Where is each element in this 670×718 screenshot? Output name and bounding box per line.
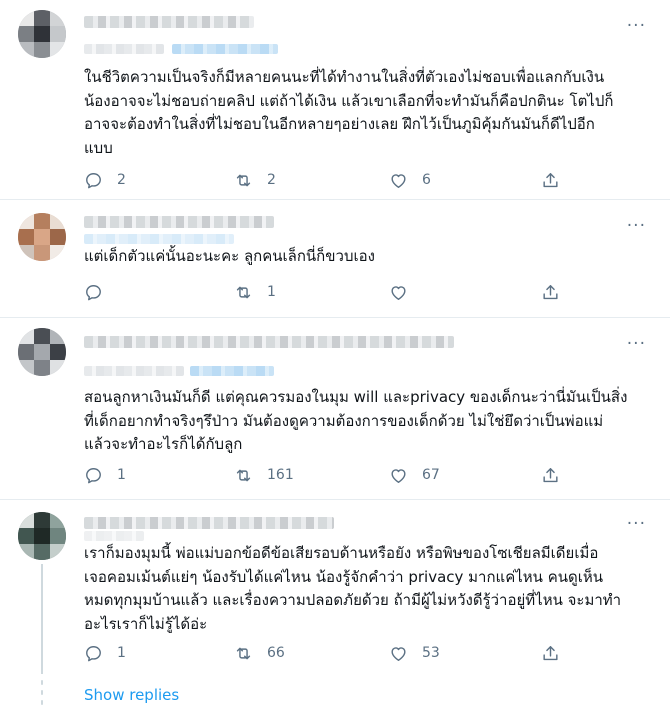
share-icon bbox=[543, 284, 558, 299]
like-button[interactable] bbox=[389, 282, 422, 302]
tweet-text: ในชีวิตความเป็นจริงก็มีหลายคนนะที่ได้ทำง… bbox=[84, 66, 650, 160]
tweet-text-line: แต่เด็กตัวแค่นั้นอะนะคะ ลูกคนเล็กนี่ก็ขว… bbox=[84, 247, 375, 265]
tweet-text-line: เราก็มองมุมนี้ พ่อแม่บอกข้อดีข้อเสียรอบด… bbox=[84, 544, 599, 562]
reply-count: 2 bbox=[117, 172, 126, 188]
reply-button[interactable]: 1 bbox=[84, 643, 126, 663]
retweet-icon bbox=[236, 469, 251, 481]
retweet-button[interactable]: 1 bbox=[234, 282, 276, 302]
tweet-text-line: หมดทุกมุมบ้านแล้ว และเรื่องความปลอดภัยด้… bbox=[84, 591, 622, 609]
reply-icon bbox=[86, 284, 101, 300]
avatar[interactable] bbox=[18, 213, 66, 261]
author-handle-blurred bbox=[84, 531, 144, 541]
replying-to-blurred[interactable] bbox=[84, 234, 234, 244]
retweet-count: 66 bbox=[267, 645, 285, 661]
retweet-button[interactable]: 161 bbox=[234, 465, 294, 485]
tweet-text-line: อะไรเราก็ไม่รู้ได้อ่ะ bbox=[84, 614, 208, 633]
more-options-icon[interactable]: ··· bbox=[627, 336, 646, 353]
replying-to-blurred[interactable] bbox=[172, 44, 278, 54]
like-button[interactable]: 53 bbox=[389, 643, 440, 663]
avatar[interactable] bbox=[18, 10, 66, 58]
reply-icon bbox=[86, 172, 101, 188]
more-options-icon[interactable]: ··· bbox=[627, 18, 646, 35]
tweet-actions: 1 66 53 bbox=[84, 643, 564, 663]
retweet-icon bbox=[236, 286, 251, 298]
like-count: 67 bbox=[422, 467, 440, 483]
tweet-text-line: อาจจะต้องทำในสิ่งที่ไม่ชอบในอีกหลายๆอย่า… bbox=[84, 115, 595, 133]
tweet-actions: 1 161 67 bbox=[84, 465, 564, 485]
like-button[interactable]: 67 bbox=[389, 465, 440, 485]
thread-dot bbox=[41, 680, 43, 685]
reply-button[interactable]: 1 bbox=[84, 465, 126, 485]
retweet-button[interactable]: 2 bbox=[234, 170, 276, 190]
heart-icon bbox=[391, 173, 406, 188]
tweet-text-line: ที่เด็กอยากทำจริงๆรึป่าว มันต้องดูความต้… bbox=[84, 411, 604, 430]
tweet-text-line: น้องอาจจะไม่ชอบถ่ายคลิป แต่ถ้าได้เงิน แล… bbox=[84, 91, 614, 110]
reply-icon bbox=[86, 467, 101, 483]
reply-count: 1 bbox=[117, 645, 126, 661]
show-replies-link[interactable]: Show replies bbox=[84, 686, 179, 704]
like-count: 6 bbox=[422, 172, 431, 188]
share-button[interactable] bbox=[541, 170, 560, 190]
share-button[interactable] bbox=[541, 282, 560, 302]
share-button[interactable] bbox=[541, 643, 560, 663]
retweet-icon bbox=[236, 647, 251, 659]
share-icon bbox=[543, 467, 558, 482]
tweet-text: แต่เด็กตัวแค่นั้นอะนะคะ ลูกคนเล็กนี่ก็ขว… bbox=[84, 245, 650, 269]
author-name-blurred[interactable] bbox=[84, 517, 334, 529]
author-handle-blurred bbox=[84, 44, 164, 54]
tweet-text-line: สอนลูกหาเงินมันก็ดี แต่คุณควรมองในมุม wi… bbox=[84, 388, 628, 406]
more-options-icon[interactable]: ··· bbox=[627, 218, 646, 235]
avatar[interactable] bbox=[18, 328, 66, 376]
tweet-actions: 2 2 6 bbox=[84, 170, 564, 190]
reply-count: 1 bbox=[117, 467, 126, 483]
replying-to-blurred[interactable] bbox=[190, 366, 274, 376]
reply-icon bbox=[86, 645, 101, 661]
tweet-actions: 1 bbox=[84, 282, 564, 302]
author-name-blurred[interactable] bbox=[84, 336, 454, 348]
retweet-button[interactable]: 66 bbox=[234, 643, 285, 663]
like-button[interactable]: 6 bbox=[389, 170, 431, 190]
share-button[interactable] bbox=[541, 465, 560, 485]
tweet-text-line: แล้วจะทำอะไรก็ได้กับลูก bbox=[84, 435, 243, 453]
heart-icon bbox=[391, 646, 406, 661]
reply-button[interactable] bbox=[84, 282, 117, 302]
heart-icon bbox=[391, 285, 406, 300]
author-name-blurred[interactable] bbox=[84, 16, 254, 28]
thread-dot bbox=[41, 690, 43, 695]
tweet-text-line: แบบ bbox=[84, 138, 113, 157]
retweet-count: 1 bbox=[267, 284, 276, 300]
avatar[interactable] bbox=[18, 512, 66, 560]
retweet-icon bbox=[236, 174, 251, 186]
tweet[interactable]: ··· แต่เด็กตัวแค่นั้นอะนะคะ ลูกคนเล็กนี่… bbox=[0, 200, 670, 318]
author-handle-blurred bbox=[84, 366, 184, 376]
retweet-count: 2 bbox=[267, 172, 276, 188]
share-icon bbox=[543, 172, 558, 187]
retweet-count: 161 bbox=[267, 467, 294, 483]
like-count: 53 bbox=[422, 645, 440, 661]
tweet-text-line: เจอคอมเม้นต์แย่ๆ น้องรับได้แค่ไหน น้องรู… bbox=[84, 567, 604, 586]
author-name-blurred[interactable] bbox=[84, 216, 274, 228]
thread-connector bbox=[41, 564, 43, 674]
tweet-text: เราก็มองมุมนี้ พ่อแม่บอกข้อดีข้อเสียรอบด… bbox=[84, 542, 650, 636]
reply-button[interactable]: 2 bbox=[84, 170, 126, 190]
heart-icon bbox=[391, 468, 406, 483]
share-icon bbox=[543, 645, 558, 660]
tweet-text: สอนลูกหาเงินมันก็ดี แต่คุณควรมองในมุม wi… bbox=[84, 386, 650, 457]
tweet[interactable]: ··· สอนลูกหาเงินมันก็ดี แต่คุณควรมองในมุ… bbox=[0, 318, 670, 500]
more-options-icon[interactable]: ··· bbox=[627, 516, 646, 533]
tweet[interactable]: ··· ในชีวิตความเป็นจริงก็มีหลายคนนะที่ได… bbox=[0, 0, 670, 200]
tweet-text-line: ในชีวิตความเป็นจริงก็มีหลายคนนะที่ได้ทำง… bbox=[84, 68, 605, 86]
thread-dot bbox=[41, 700, 43, 705]
